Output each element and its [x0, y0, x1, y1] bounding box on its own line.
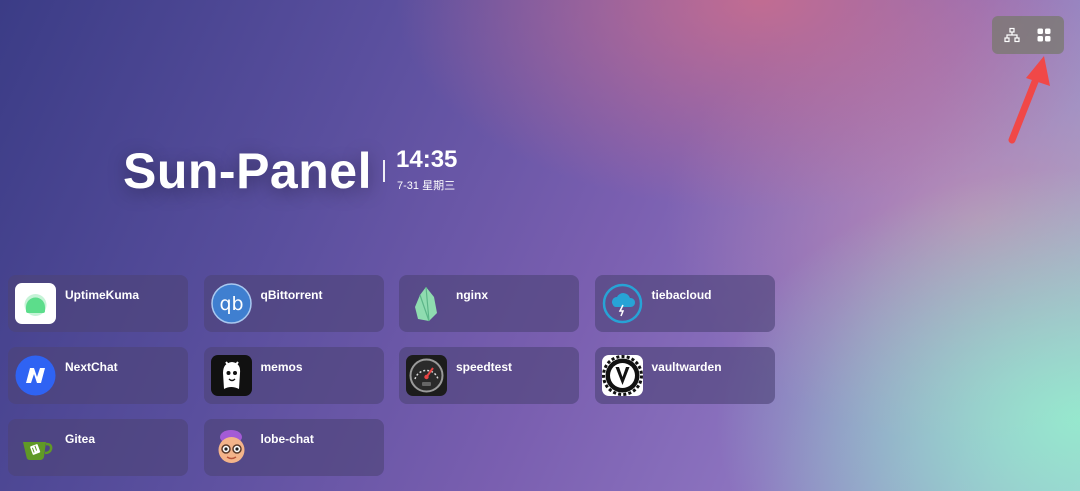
app-card-speedtest[interactable]: speedtest — [399, 347, 579, 404]
app-card-nginx[interactable]: nginx — [399, 275, 579, 332]
app-label: vaultwarden — [651, 360, 722, 374]
sitemap-view-button[interactable] — [997, 20, 1027, 50]
app-card-lobe-chat[interactable]: lobe-chat — [203, 419, 384, 476]
app-label: nginx — [456, 288, 488, 302]
speedtest-icon — [406, 355, 447, 396]
view-toolbar — [992, 16, 1064, 54]
nginx-icon — [406, 283, 447, 324]
app-label: Gitea — [65, 432, 96, 446]
gitea-icon — [15, 427, 56, 468]
app-label: UptimeKuma — [65, 288, 140, 302]
grid-icon — [1037, 28, 1051, 42]
app-card-vaultwarden[interactable]: vaultwarden — [594, 347, 775, 404]
clock-date: 7-31 星期三 — [397, 180, 456, 192]
grid-view-button[interactable] — [1029, 20, 1059, 50]
app-label: lobe-chat — [260, 432, 314, 446]
app-label: memos — [260, 360, 303, 374]
header-separator — [383, 160, 385, 182]
app-label: NextChat — [65, 360, 118, 374]
nextchat-icon — [15, 355, 56, 396]
qbittorrent-icon: qb — [210, 283, 252, 324]
app-card-gitea[interactable]: Gitea — [8, 419, 188, 476]
memos-icon — [210, 355, 252, 396]
svg-text:qb: qb — [219, 293, 243, 315]
vaultwarden-icon — [601, 355, 643, 396]
brand-title: Sun-Panel — [123, 143, 372, 199]
app-label: speedtest — [456, 360, 513, 374]
app-card-uptimekuma[interactable]: UptimeKuma — [8, 275, 188, 332]
app-card-tiebacloud[interactable]: tiebacloud — [594, 275, 775, 332]
uptime-kuma-icon — [15, 283, 56, 324]
app-card-qbittorrent[interactable]: qb qBittorrent — [203, 275, 384, 332]
clock-time: 14:35 — [396, 146, 458, 173]
sitemap-icon — [1004, 27, 1020, 43]
app-card-nextchat[interactable]: NextChat — [8, 347, 188, 404]
app-grid: UptimeKuma qb qBittorrent nginx tiebaclo… — [8, 275, 775, 476]
app-label: tiebacloud — [651, 288, 712, 302]
lobe-chat-icon — [211, 427, 252, 468]
app-label: qBittorrent — [260, 288, 323, 302]
tiebacloud-icon — [602, 283, 643, 324]
app-card-memos[interactable]: memos — [203, 347, 384, 404]
annotation-arrow-icon — [1008, 56, 1050, 144]
